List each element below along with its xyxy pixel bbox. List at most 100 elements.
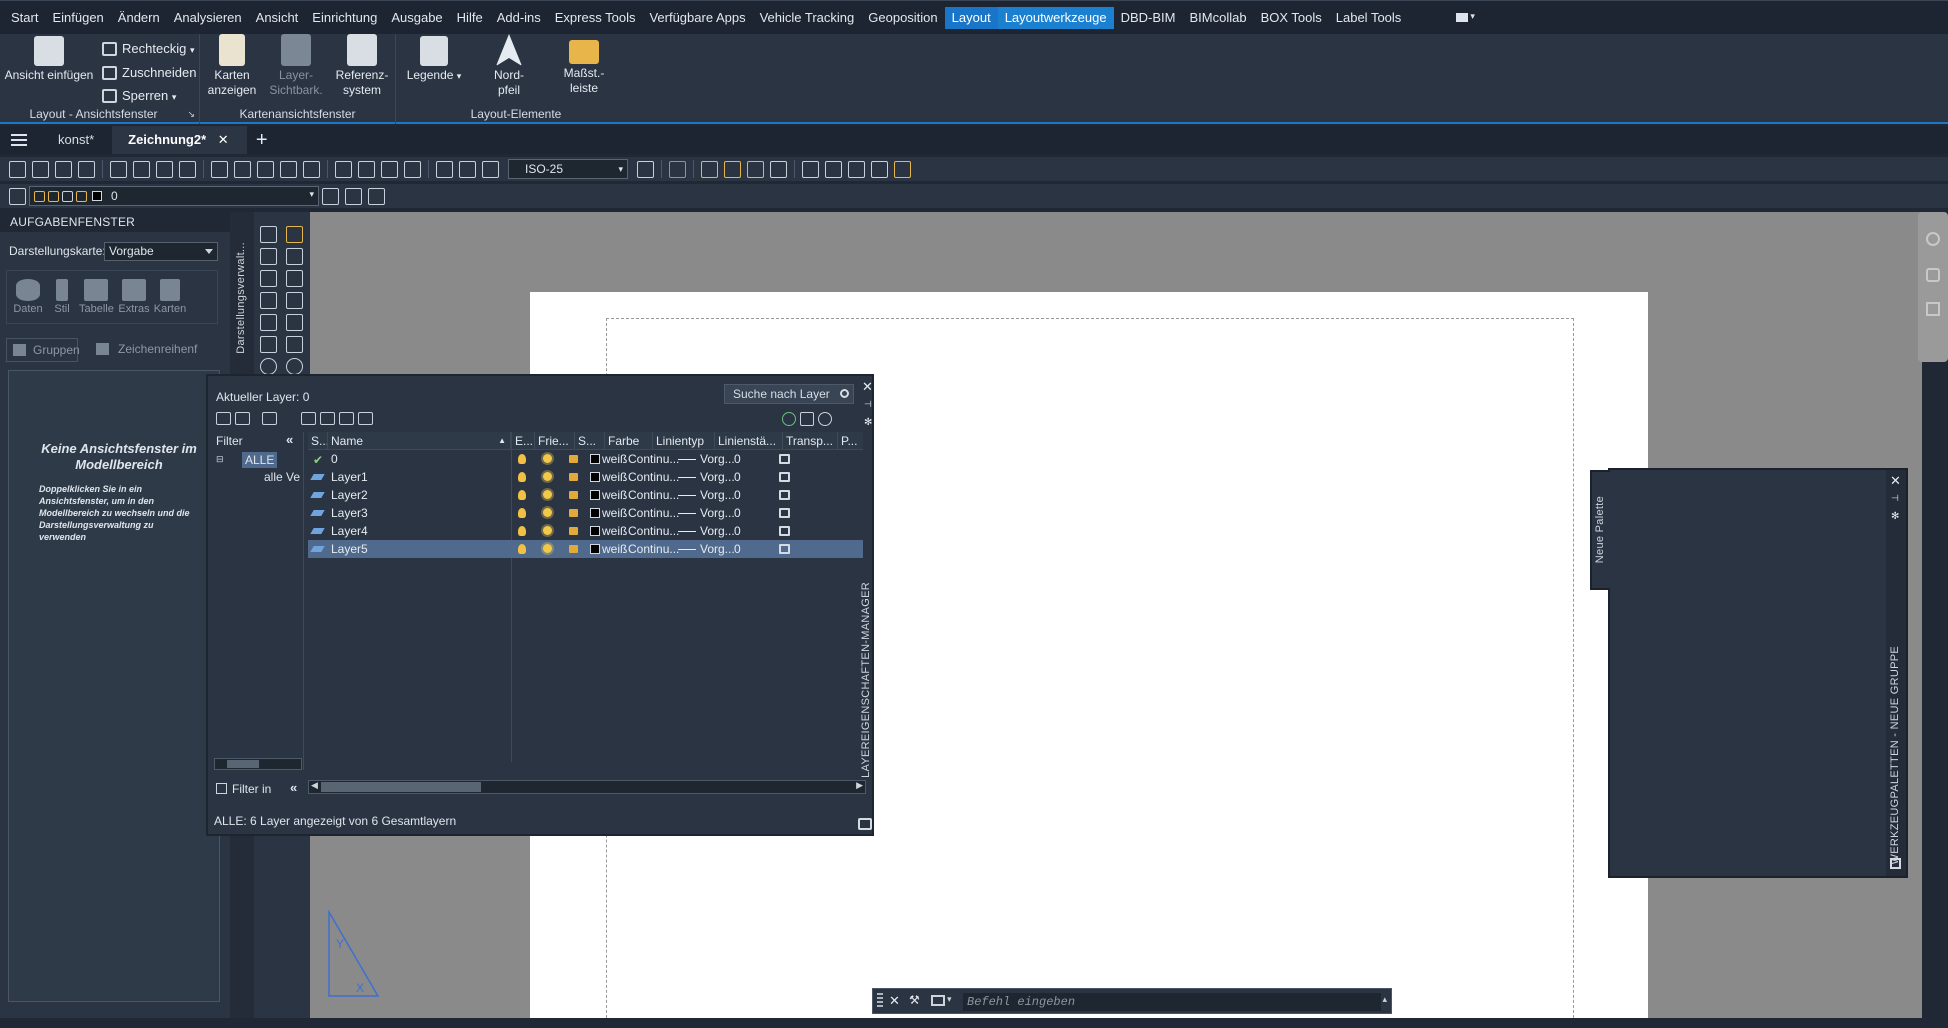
- dim-diameter-icon[interactable]: [156, 160, 173, 178]
- menu-item-layoutwerkzeuge[interactable]: Layoutwerkzeuge: [997, 6, 1114, 29]
- draworder-button[interactable]: Zeichenreihenf: [90, 342, 197, 356]
- col-name[interactable]: Name ▲: [328, 432, 511, 450]
- color-swatch[interactable]: [590, 508, 600, 518]
- close-icon[interactable]: ✕: [862, 380, 873, 393]
- arc-icon[interactable]: [260, 270, 277, 287]
- dim-ordinate-icon[interactable]: [78, 160, 95, 178]
- dimstyle-select[interactable]: ISO-25 ▾: [508, 159, 628, 179]
- groups-button[interactable]: Gruppen: [6, 338, 80, 362]
- col-freeze[interactable]: Frie...: [535, 432, 575, 450]
- tree-expander-icon[interactable]: ⊟: [216, 454, 224, 465]
- layer-name[interactable]: Layer4: [331, 522, 509, 540]
- chevron-down-icon[interactable]: ▾: [947, 994, 952, 1005]
- copy-icon[interactable]: [286, 248, 303, 265]
- delete-layer-icon[interactable]: [339, 412, 354, 425]
- polygon-icon[interactable]: [260, 292, 277, 309]
- close-tab-icon[interactable]: ✕: [218, 132, 229, 147]
- dim-angular-icon[interactable]: [179, 160, 196, 178]
- palette-menu-icon[interactable]: [1890, 858, 1901, 869]
- jogged-linear-icon[interactable]: [404, 160, 421, 178]
- close-icon[interactable]: ✕: [1890, 474, 1901, 487]
- layer-row[interactable]: Layer1 weiß Continu... Vorg... 0: [308, 468, 863, 486]
- draworder-icon[interactable]: [669, 160, 686, 178]
- gear-icon[interactable]: [818, 412, 832, 426]
- hamburger-menu-icon[interactable]: [0, 126, 38, 154]
- mirror-icon[interactable]: [286, 270, 303, 287]
- check-icon[interactable]: [802, 160, 819, 178]
- layer-linetype[interactable]: Continu...: [628, 504, 684, 522]
- edit-hatch-icon[interactable]: [747, 160, 764, 178]
- layer-transparency[interactable]: 0: [734, 486, 764, 504]
- layer-row[interactable]: ✔ 0 weiß Continu... Vorg... 0: [308, 450, 863, 468]
- set-current-icon[interactable]: [358, 412, 373, 425]
- spline-icon[interactable]: [260, 336, 277, 353]
- navigation-bar[interactable]: [1918, 212, 1948, 362]
- filter-hscroll[interactable]: [214, 758, 302, 770]
- bulb-on-icon[interactable]: [518, 544, 526, 554]
- color-swatch[interactable]: [590, 490, 600, 500]
- command-input[interactable]: Befehl eingeben: [963, 993, 1381, 1011]
- layer-name[interactable]: Layer3: [331, 504, 509, 522]
- dimstyle-manager-icon[interactable]: [637, 160, 654, 178]
- filter-invert-checkbox[interactable]: Filter in: [216, 782, 271, 796]
- layer-match-icon[interactable]: [368, 187, 385, 205]
- dim-linear-icon[interactable]: [9, 160, 26, 178]
- dim-continue-icon[interactable]: [257, 160, 274, 178]
- quick-dim-icon[interactable]: [211, 160, 228, 178]
- new-tab-icon[interactable]: +: [247, 126, 277, 154]
- center-mark-icon[interactable]: [358, 160, 375, 178]
- dim-update-icon[interactable]: [482, 160, 499, 178]
- menu-item-add-ins[interactable]: Add-ins: [490, 7, 548, 29]
- col-on[interactable]: E...: [511, 432, 535, 450]
- printer-icon[interactable]: [779, 526, 790, 536]
- unlock-icon[interactable]: [569, 545, 578, 553]
- group-icon[interactable]: [770, 160, 787, 178]
- printer-icon[interactable]: [779, 508, 790, 518]
- unlock-icon[interactable]: [569, 527, 578, 535]
- menu-item-einfügen[interactable]: Einfügen: [45, 7, 110, 29]
- printer-icon[interactable]: [779, 490, 790, 500]
- color-swatch[interactable]: [590, 526, 600, 536]
- zoom-icon[interactable]: [1926, 302, 1940, 316]
- menu-item-ändern[interactable]: Ändern: [111, 7, 167, 29]
- scale-bar-button[interactable]: Maßst.- leiste: [556, 34, 612, 96]
- layer-linetype[interactable]: Continu...: [628, 450, 684, 468]
- menu-item-dbd-bim[interactable]: DBD-BIM: [1114, 7, 1183, 29]
- layer-linetype[interactable]: Continu...: [628, 468, 684, 486]
- tab-konst[interactable]: konst*: [38, 126, 112, 154]
- layer-row[interactable]: Layer5 weiß Continu... Vorg... 0: [308, 540, 863, 558]
- thaw-sun-icon[interactable]: [543, 472, 552, 481]
- unlock-icon[interactable]: [569, 473, 578, 481]
- layer-previous-icon[interactable]: [345, 187, 362, 205]
- rotate-icon[interactable]: [286, 358, 303, 375]
- tolerance-icon[interactable]: [335, 160, 352, 178]
- steering-wheel-icon[interactable]: [1926, 232, 1940, 246]
- show-maps-button[interactable]: Karten anzeigen: [206, 34, 258, 98]
- layer-search-input[interactable]: Suche nach Layer: [724, 384, 854, 404]
- list-icon[interactable]: [825, 160, 842, 178]
- color-swatch[interactable]: [590, 472, 600, 482]
- menu-item-vehicle-tracking[interactable]: Vehicle Tracking: [753, 7, 862, 29]
- thaw-sun-icon[interactable]: [543, 526, 552, 535]
- settings-icon[interactable]: ✻: [864, 416, 872, 429]
- dim-space-icon[interactable]: [280, 160, 297, 178]
- menu-item-express-tools[interactable]: Express Tools: [548, 7, 643, 29]
- layer-states-icon[interactable]: [262, 412, 277, 425]
- col-color[interactable]: Farbe: [605, 432, 653, 450]
- reference-system-button[interactable]: Referenz- system: [332, 34, 392, 98]
- collapse-filter-icon[interactable]: «: [286, 432, 293, 447]
- layer-name[interactable]: 0: [331, 450, 509, 468]
- dim-arc-icon[interactable]: [55, 160, 72, 178]
- layer-row[interactable]: Layer3 weiß Continu... Vorg... 0: [308, 504, 863, 522]
- table-icon[interactable]: [871, 160, 888, 178]
- command-line[interactable]: ✕ ⚒ ▾ Befehl eingeben ▴: [872, 988, 1392, 1014]
- printer-icon[interactable]: [779, 544, 790, 554]
- menu-item-bimcollab[interactable]: BIMcollab: [1183, 7, 1254, 29]
- menu-item-label-tools[interactable]: Label Tools: [1329, 7, 1409, 29]
- bulb-on-icon[interactable]: [518, 526, 526, 536]
- col-status[interactable]: S...: [308, 432, 328, 450]
- array-icon[interactable]: [286, 314, 303, 331]
- chevron-up-icon[interactable]: ▴: [1382, 994, 1387, 1005]
- unlock-icon[interactable]: [569, 491, 578, 499]
- layer-row[interactable]: Layer4 weiß Continu... Vorg... 0: [308, 522, 863, 540]
